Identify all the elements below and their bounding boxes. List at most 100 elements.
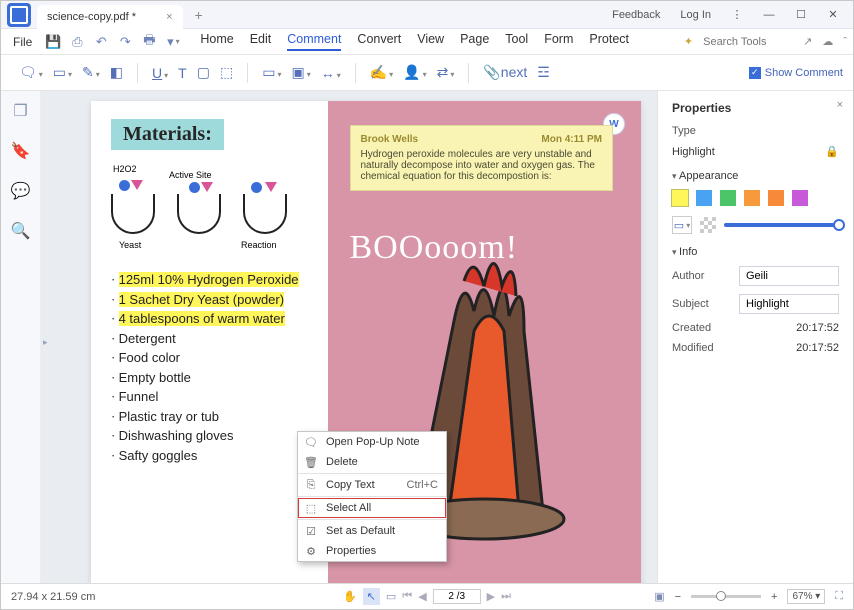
undo-icon[interactable]: ↶ (92, 33, 110, 51)
highlight-line-2[interactable]: 1 Sachet Dry Yeast (powder) (119, 292, 284, 307)
menu-tool[interactable]: Tool (505, 32, 528, 51)
swatch-blue[interactable] (696, 190, 712, 206)
type-label: Type (672, 125, 696, 137)
search-tools-input[interactable] (703, 36, 793, 48)
text-tool[interactable]: T (178, 65, 187, 81)
appearance-section[interactable]: Appearance (672, 170, 839, 182)
ctx-open-popup[interactable]: 🗨Open Pop-Up Note (298, 432, 446, 452)
bookmark-icon[interactable]: 🔖 (11, 141, 31, 161)
menu-page[interactable]: Page (460, 32, 489, 51)
textbox-tool[interactable]: ▢ (197, 64, 210, 81)
ctx-set-default[interactable]: ☑Set as Default (298, 521, 446, 541)
user-tool[interactable]: 👤 (403, 64, 426, 81)
info-section[interactable]: Info (672, 246, 839, 258)
ctx-properties[interactable]: ⚙Properties (298, 541, 446, 561)
measure-tool[interactable]: ↔ (321, 65, 341, 81)
ctx-delete[interactable]: 🗑Delete (298, 452, 446, 472)
quickaccess-dropdown[interactable]: ▾ (164, 33, 182, 51)
context-menu: 🗨Open Pop-Up Note 🗑Delete ⎘Copy TextCtrl… (297, 431, 447, 562)
swatch-orange[interactable] (744, 190, 760, 206)
shape-rect-tool[interactable]: ▭ (262, 64, 281, 81)
fullscreen-icon[interactable]: ⛶ (835, 590, 843, 603)
comments-panel-icon[interactable]: 💬 (11, 181, 31, 201)
note-author: Brook Wells (361, 134, 419, 145)
menu-comment[interactable]: Comment (287, 32, 341, 51)
compare-tool[interactable]: ⇄ (437, 64, 455, 81)
pencil-tool[interactable]: ✎ (82, 64, 100, 81)
ctx-copy-text[interactable]: ⎘Copy TextCtrl+C (298, 475, 446, 495)
close-tab-icon[interactable]: × (166, 11, 172, 23)
prev-page-icon[interactable]: ◀ (418, 590, 426, 603)
highlight-line-1[interactable]: 125ml 10% Hydrogen Peroxide (119, 272, 299, 287)
signature-tool[interactable]: ✍ (370, 64, 393, 81)
last-page-icon[interactable]: ⏭ (501, 590, 511, 603)
highlight-tool[interactable]: ▭ (53, 64, 72, 81)
line-style-dropdown[interactable]: ▭ (672, 216, 692, 234)
swatch-yellow[interactable] (672, 190, 688, 206)
note-tool[interactable]: 🗨 (19, 64, 43, 81)
expand-left-icon[interactable]: ▸ (43, 337, 48, 348)
comment-list-icon[interactable]: ☲ (537, 64, 550, 81)
document-viewport[interactable]: ▸ Materials: H2O2 Active Site Yeast Reac… (41, 91, 657, 583)
next-page-icon[interactable]: ▶ (487, 590, 495, 603)
search-panel-icon[interactable]: 🔍 (11, 221, 31, 241)
kebab-menu-icon[interactable]: ⋮ (723, 5, 751, 25)
popup-note[interactable]: Brook Wells Mon 4:11 PM Hydrogen peroxid… (350, 125, 614, 191)
menu-form[interactable]: Form (544, 32, 573, 51)
hand-tool-icon[interactable]: ✋ (343, 590, 357, 603)
menu-protect[interactable]: Protect (589, 32, 629, 51)
close-window-button[interactable]: ✕ (819, 5, 847, 25)
file-menu[interactable]: File (7, 35, 38, 49)
subject-field[interactable] (739, 294, 839, 314)
document-tab[interactable]: science-copy.pdf * × (37, 5, 183, 29)
trash-icon: 🗑 (304, 456, 318, 469)
zoom-value[interactable]: 67% ▾ (787, 589, 825, 604)
print-icon[interactable]: ⎙ (68, 33, 86, 51)
stamp-tool[interactable]: ▣ (291, 64, 310, 81)
show-comment-toggle[interactable]: ✓ Show Comment (749, 67, 843, 79)
select-tool-icon[interactable]: ↖ (363, 588, 380, 605)
page-number-field[interactable] (433, 589, 481, 604)
zoom-slider[interactable] (691, 595, 761, 598)
chevron-up-icon[interactable]: ˆ (843, 36, 847, 48)
cloud-icon[interactable]: ☁ (822, 35, 833, 48)
opacity-slider[interactable] (724, 223, 839, 227)
zoom-out-icon[interactable]: − (675, 591, 681, 603)
menu-edit[interactable]: Edit (250, 32, 272, 51)
menu-home[interactable]: Home (200, 32, 233, 51)
menu-view[interactable]: View (417, 32, 444, 51)
swatch-green[interactable] (720, 190, 736, 206)
ctx-copy-shortcut: Ctrl+C (407, 479, 438, 491)
main-menu: Home Edit Comment Convert View Page Tool… (200, 32, 629, 51)
menu-convert[interactable]: Convert (357, 32, 401, 51)
attachment-icon[interactable]: 📎next (483, 64, 527, 81)
ctx-select-all[interactable]: ⬚Select All (298, 498, 446, 518)
underline-tool[interactable]: U (152, 65, 168, 81)
thumbnails-icon[interactable]: ❐ (13, 101, 27, 121)
swatch-orange2[interactable] (768, 190, 784, 206)
lock-icon[interactable]: 🔒 (825, 145, 839, 158)
first-page-icon[interactable]: ⏮ (402, 590, 412, 603)
feedback-link[interactable]: Feedback (604, 5, 668, 25)
eraser-tool[interactable]: ◧ (110, 64, 123, 81)
external-link-icon[interactable]: ↗ (803, 35, 812, 48)
read-mode-icon[interactable]: ▭ (386, 590, 396, 603)
save-icon[interactable]: 💾 (44, 33, 62, 51)
author-field[interactable] (739, 266, 839, 286)
fit-width-icon[interactable]: ▣ (654, 590, 664, 603)
new-tab-button[interactable]: + (195, 7, 203, 23)
magic-icon[interactable]: ✦ (684, 35, 693, 48)
callout-tool[interactable]: ⬚ (220, 64, 233, 81)
printer-icon[interactable]: 🖶 (140, 33, 158, 51)
swatch-purple[interactable] (792, 190, 808, 206)
zoom-in-icon[interactable]: + (771, 591, 777, 603)
list-item: Dishwashing gloves (119, 428, 234, 443)
login-link[interactable]: Log In (672, 5, 719, 25)
minimize-button[interactable]: — (755, 5, 783, 25)
redo-icon[interactable]: ↷ (116, 33, 134, 51)
document-tab-title: science-copy.pdf * (47, 11, 136, 23)
maximize-button[interactable]: ☐ (787, 5, 815, 25)
close-panel-icon[interactable]: × (837, 99, 843, 111)
opacity-checker-icon[interactable] (700, 217, 716, 233)
highlight-line-3[interactable]: 4 tablespoons of warm water (119, 311, 285, 326)
